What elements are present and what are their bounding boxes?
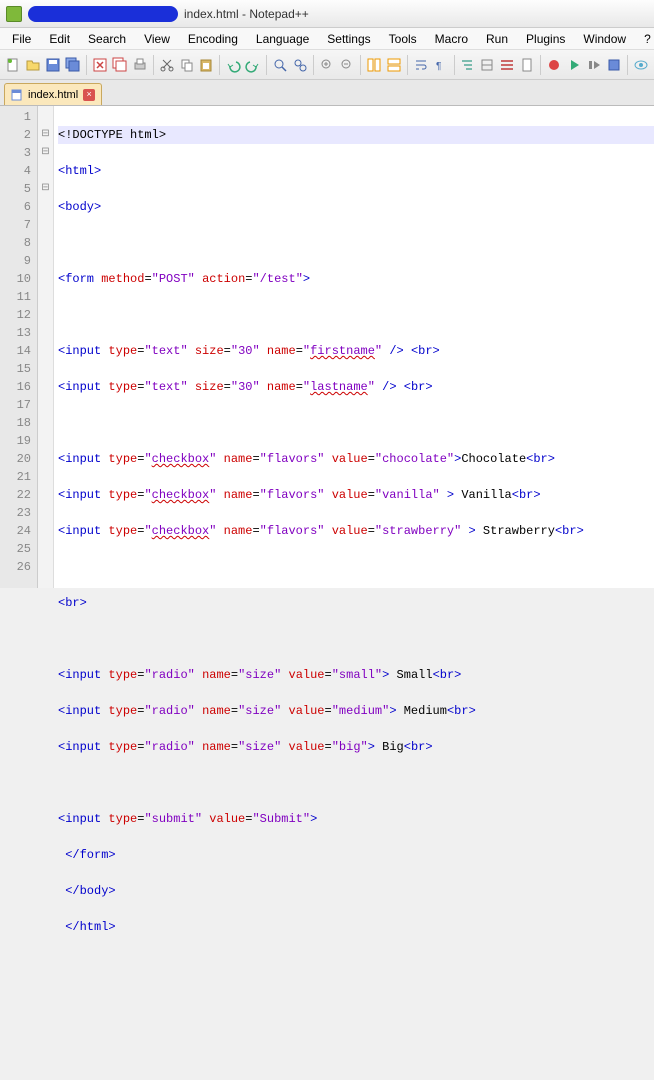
find-icon[interactable] — [271, 55, 289, 75]
menu-language[interactable]: Language — [248, 30, 317, 48]
menu-help[interactable]: ? — [636, 30, 654, 48]
line-number-gutter: 1234567891011121314151617181920212223242… — [0, 106, 38, 588]
playback-icon[interactable] — [585, 55, 603, 75]
indent-guide-icon[interactable] — [459, 55, 477, 75]
app-icon — [6, 6, 22, 22]
copy-icon[interactable] — [178, 55, 196, 75]
undo-icon[interactable] — [224, 55, 242, 75]
showall-icon[interactable]: ¶ — [432, 55, 450, 75]
redo-icon[interactable] — [244, 55, 262, 75]
record-macro-icon[interactable] — [545, 55, 563, 75]
cut-icon[interactable] — [158, 55, 176, 75]
close-all-icon[interactable] — [111, 55, 129, 75]
toolbar-separator — [627, 55, 628, 75]
toolbar-separator — [454, 55, 455, 75]
redacted-path — [28, 6, 178, 22]
tab-index-html[interactable]: index.html × — [4, 83, 102, 105]
tab-close-icon[interactable]: × — [83, 89, 95, 101]
print-icon[interactable] — [131, 55, 149, 75]
toolbar-separator — [153, 55, 154, 75]
replace-icon[interactable] — [291, 55, 309, 75]
menu-encoding[interactable]: Encoding — [180, 30, 246, 48]
monitor-icon[interactable] — [632, 55, 650, 75]
zoom-out-icon[interactable] — [338, 55, 356, 75]
menu-settings[interactable]: Settings — [319, 30, 378, 48]
wordwrap-icon[interactable] — [412, 55, 430, 75]
menu-tools[interactable]: Tools — [381, 30, 425, 48]
toolbar-separator — [360, 55, 361, 75]
title-text: index.html - Notepad++ — [184, 7, 309, 21]
menu-file[interactable]: File — [4, 30, 39, 48]
menu-search[interactable]: Search — [80, 30, 134, 48]
doc-map-icon[interactable] — [518, 55, 536, 75]
sync-h-icon[interactable] — [385, 55, 403, 75]
new-file-icon[interactable] — [4, 55, 22, 75]
menu-run[interactable]: Run — [478, 30, 516, 48]
save-all-icon[interactable] — [64, 55, 82, 75]
editor: 1234567891011121314151617181920212223242… — [0, 106, 654, 588]
tab-label: index.html — [28, 89, 78, 101]
play-macro-icon[interactable] — [565, 55, 583, 75]
svg-text:¶: ¶ — [436, 61, 441, 72]
menu-edit[interactable]: Edit — [41, 30, 78, 48]
save-macro-icon[interactable] — [605, 55, 623, 75]
file-icon — [11, 89, 23, 101]
toolbar: ¶ — [0, 50, 654, 80]
paste-icon[interactable] — [198, 55, 216, 75]
toolbar-separator — [86, 55, 87, 75]
tabbar: index.html × — [0, 80, 654, 106]
titlebar: index.html - Notepad++ — [0, 0, 654, 28]
menu-view[interactable]: View — [136, 30, 178, 48]
toolbar-separator — [313, 55, 314, 75]
fold-gutter: ⊟⊟⊟ — [38, 106, 54, 588]
menubar: File Edit Search View Encoding Language … — [0, 28, 654, 50]
function-list-icon[interactable] — [498, 55, 516, 75]
toolbar-separator — [266, 55, 267, 75]
open-file-icon[interactable] — [24, 55, 42, 75]
toolbar-separator — [540, 55, 541, 75]
menu-macro[interactable]: Macro — [427, 30, 476, 48]
folder-margin-icon[interactable] — [478, 55, 496, 75]
sync-v-icon[interactable] — [365, 55, 383, 75]
close-icon[interactable] — [91, 55, 109, 75]
zoom-in-icon[interactable] — [318, 55, 336, 75]
code-area[interactable]: <!DOCTYPE html> <html> <body> <form meth… — [54, 106, 654, 588]
menu-plugins[interactable]: Plugins — [518, 30, 573, 48]
toolbar-separator — [407, 55, 408, 75]
menu-window[interactable]: Window — [575, 30, 634, 48]
save-icon[interactable] — [44, 55, 62, 75]
toolbar-separator — [219, 55, 220, 75]
